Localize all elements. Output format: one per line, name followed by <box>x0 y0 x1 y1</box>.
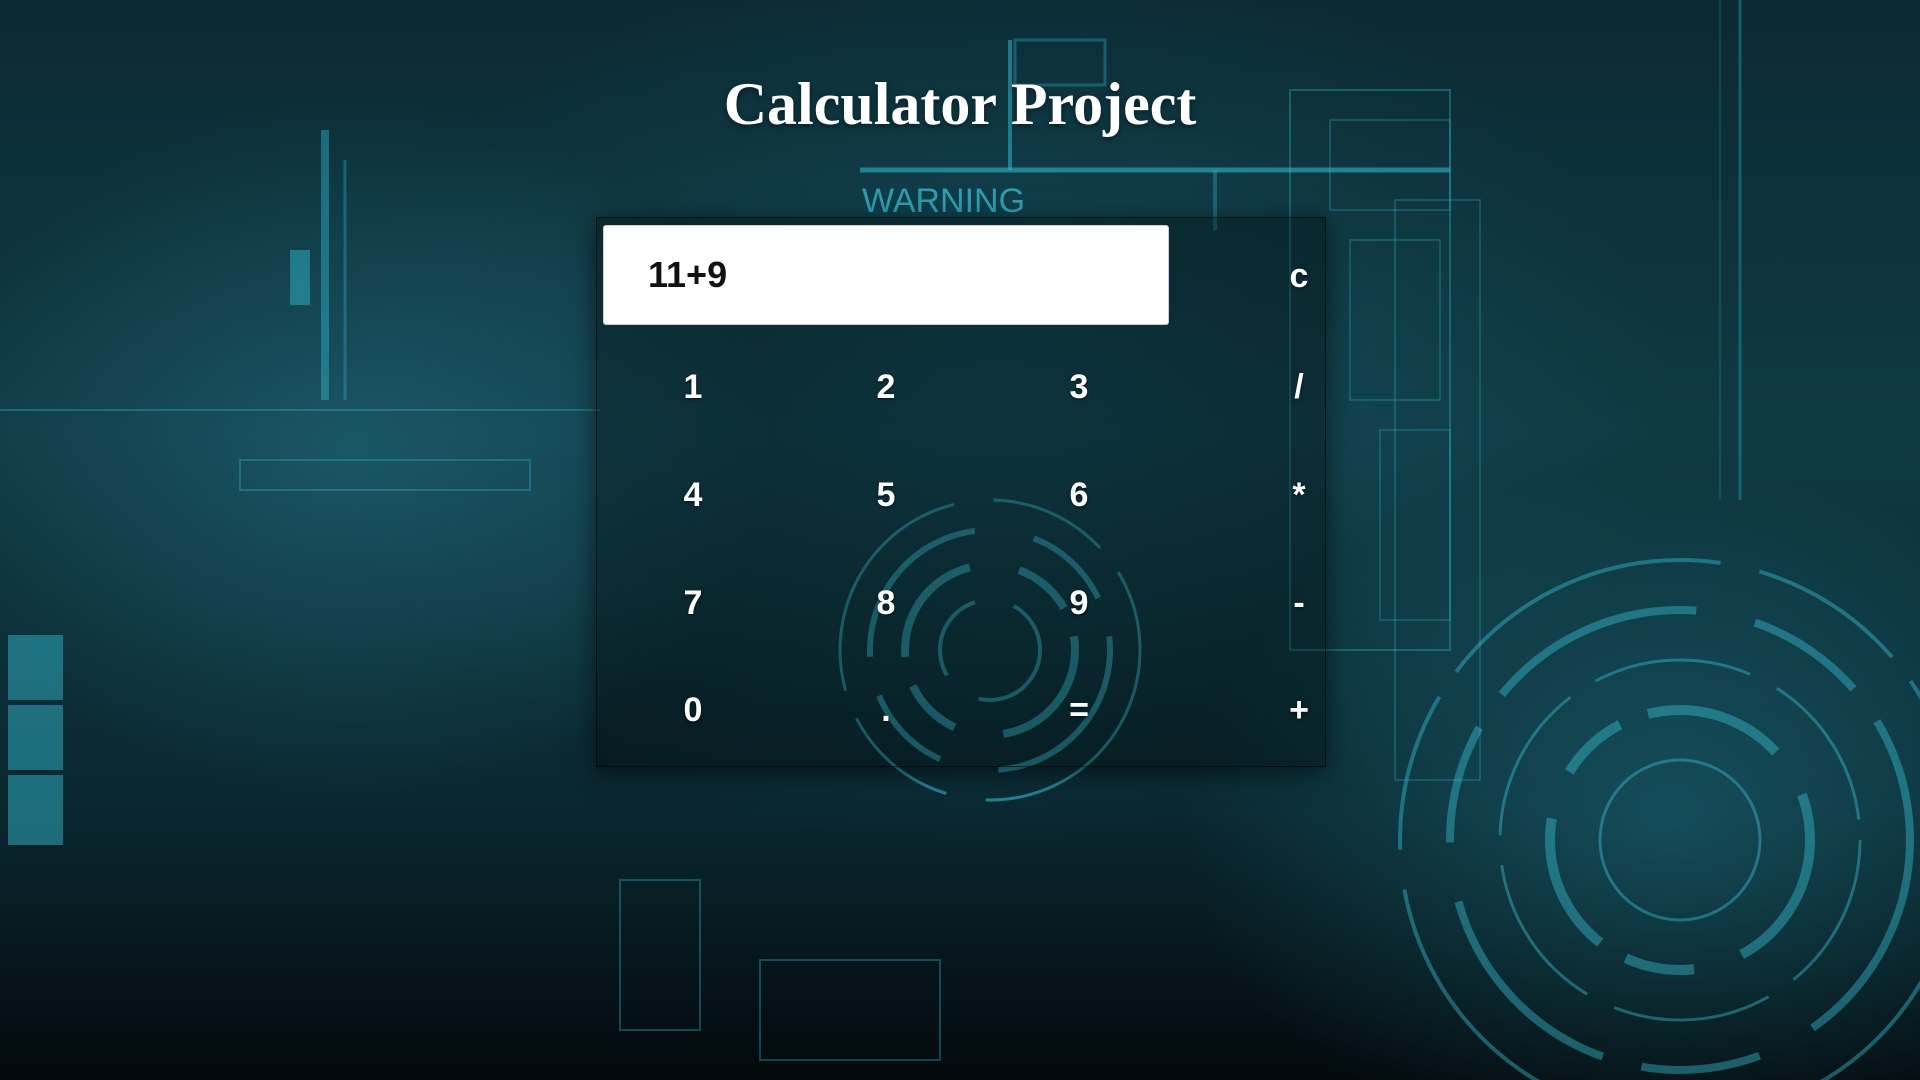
add-button[interactable]: + <box>1249 670 1349 750</box>
digit-1-button[interactable]: 1 <box>643 347 743 427</box>
subtract-button[interactable]: - <box>1249 563 1349 643</box>
digit-9-button[interactable]: 9 <box>1029 563 1129 643</box>
digit-3-button[interactable]: 3 <box>1029 347 1129 427</box>
multiply-button[interactable]: * <box>1249 455 1349 535</box>
divide-button[interactable]: / <box>1249 347 1349 427</box>
digit-0-button[interactable]: 0 <box>643 670 743 750</box>
digit-7-button[interactable]: 7 <box>643 563 743 643</box>
clear-button[interactable]: c <box>1249 236 1349 316</box>
calculator-display[interactable] <box>603 225 1169 325</box>
digit-5-button[interactable]: 5 <box>836 455 936 535</box>
page-title: Calculator Project <box>723 71 1197 137</box>
digit-2-button[interactable]: 2 <box>836 347 936 427</box>
decimal-button[interactable]: . <box>836 670 936 750</box>
digit-4-button[interactable]: 4 <box>643 455 743 535</box>
digit-6-button[interactable]: 6 <box>1029 455 1129 535</box>
digit-8-button[interactable]: 8 <box>836 563 936 643</box>
background-warning-text: WARNING <box>862 182 1025 220</box>
calculator-panel: c 1 2 3 / 4 5 6 * 7 8 9 - 0 . = + <box>596 217 1326 767</box>
equals-button[interactable]: = <box>1029 670 1129 750</box>
